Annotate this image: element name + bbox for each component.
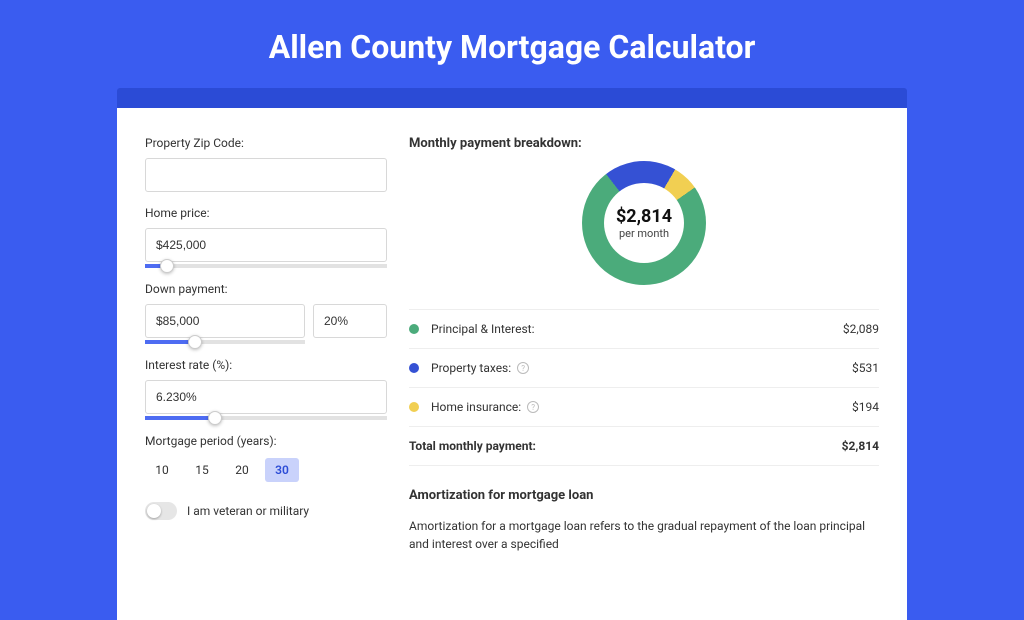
info-icon[interactable]: ? (527, 401, 539, 413)
legend-total-label: Total monthly payment: (409, 439, 842, 453)
home-price-input[interactable] (145, 228, 387, 262)
zip-label: Property Zip Code: (145, 136, 387, 150)
legend-value: $2,089 (843, 322, 879, 336)
slider-thumb[interactable] (208, 411, 222, 425)
legend-value: $194 (852, 400, 879, 414)
slider-thumb[interactable] (160, 259, 174, 273)
amortization-title: Amortization for mortgage loan (409, 488, 879, 503)
slider-thumb[interactable] (188, 335, 202, 349)
interest-label: Interest rate (%): (145, 358, 387, 372)
veteran-label: I am veteran or military (187, 504, 309, 518)
donut-chart: $2,814 per month (582, 161, 706, 285)
legend-label: Property taxes:? (431, 361, 852, 375)
down-payment-label: Down payment: (145, 282, 387, 296)
interest-group: Interest rate (%): (145, 358, 387, 420)
period-option-20[interactable]: 20 (225, 458, 259, 482)
slider-fill (145, 416, 215, 420)
legend-label: Home insurance:? (431, 400, 852, 414)
legend-row: Principal & Interest:$2,089 (409, 310, 879, 349)
veteran-row: I am veteran or military (145, 502, 387, 520)
period-group: Mortgage period (years): 10152030 (145, 434, 387, 482)
down-payment-amount-input[interactable] (145, 304, 305, 338)
results-column: Monthly payment breakdown: $2,814 per mo… (409, 136, 879, 620)
home-price-group: Home price: (145, 206, 387, 268)
legend-label: Principal & Interest: (431, 322, 843, 336)
widget-outer: Property Zip Code: Home price: Down paym… (117, 88, 907, 600)
donut-total: $2,814 (616, 206, 672, 227)
legend-row: Home insurance:?$194 (409, 388, 879, 427)
legend-dot-icon (409, 363, 419, 373)
donut-sub: per month (619, 227, 669, 240)
home-price-label: Home price: (145, 206, 387, 220)
legend-row: Property taxes:?$531 (409, 349, 879, 388)
form-column: Property Zip Code: Home price: Down paym… (145, 136, 387, 620)
donut-chart-wrap: $2,814 per month (409, 161, 879, 285)
veteran-toggle[interactable] (145, 502, 177, 520)
legend-dot-icon (409, 324, 419, 334)
down-payment-percent-input[interactable] (313, 304, 387, 338)
interest-input[interactable] (145, 380, 387, 414)
donut-center: $2,814 per month (604, 183, 684, 263)
period-option-30[interactable]: 30 (265, 458, 299, 482)
period-option-15[interactable]: 15 (185, 458, 219, 482)
period-option-10[interactable]: 10 (145, 458, 179, 482)
legend-value: $531 (852, 361, 879, 375)
page-title: Allen County Mortgage Calculator (0, 0, 1024, 88)
amortization-text: Amortization for a mortgage loan refers … (409, 517, 879, 553)
down-payment-group: Down payment: (145, 282, 387, 344)
home-price-slider[interactable] (145, 264, 387, 268)
down-payment-slider[interactable] (145, 340, 305, 344)
interest-slider[interactable] (145, 416, 387, 420)
amortization-section: Amortization for mortgage loan Amortizat… (409, 488, 879, 553)
calculator-card: Property Zip Code: Home price: Down paym… (117, 108, 907, 620)
legend: Principal & Interest:$2,089Property taxe… (409, 309, 879, 466)
period-options: 10152030 (145, 458, 387, 482)
legend-total-row: Total monthly payment:$2,814 (409, 427, 879, 466)
zip-input[interactable] (145, 158, 387, 192)
zip-field-group: Property Zip Code: (145, 136, 387, 192)
legend-total-value: $2,814 (842, 439, 879, 453)
results-title: Monthly payment breakdown: (409, 136, 879, 151)
legend-dot-icon (409, 402, 419, 412)
period-label: Mortgage period (years): (145, 434, 387, 448)
info-icon[interactable]: ? (517, 362, 529, 374)
